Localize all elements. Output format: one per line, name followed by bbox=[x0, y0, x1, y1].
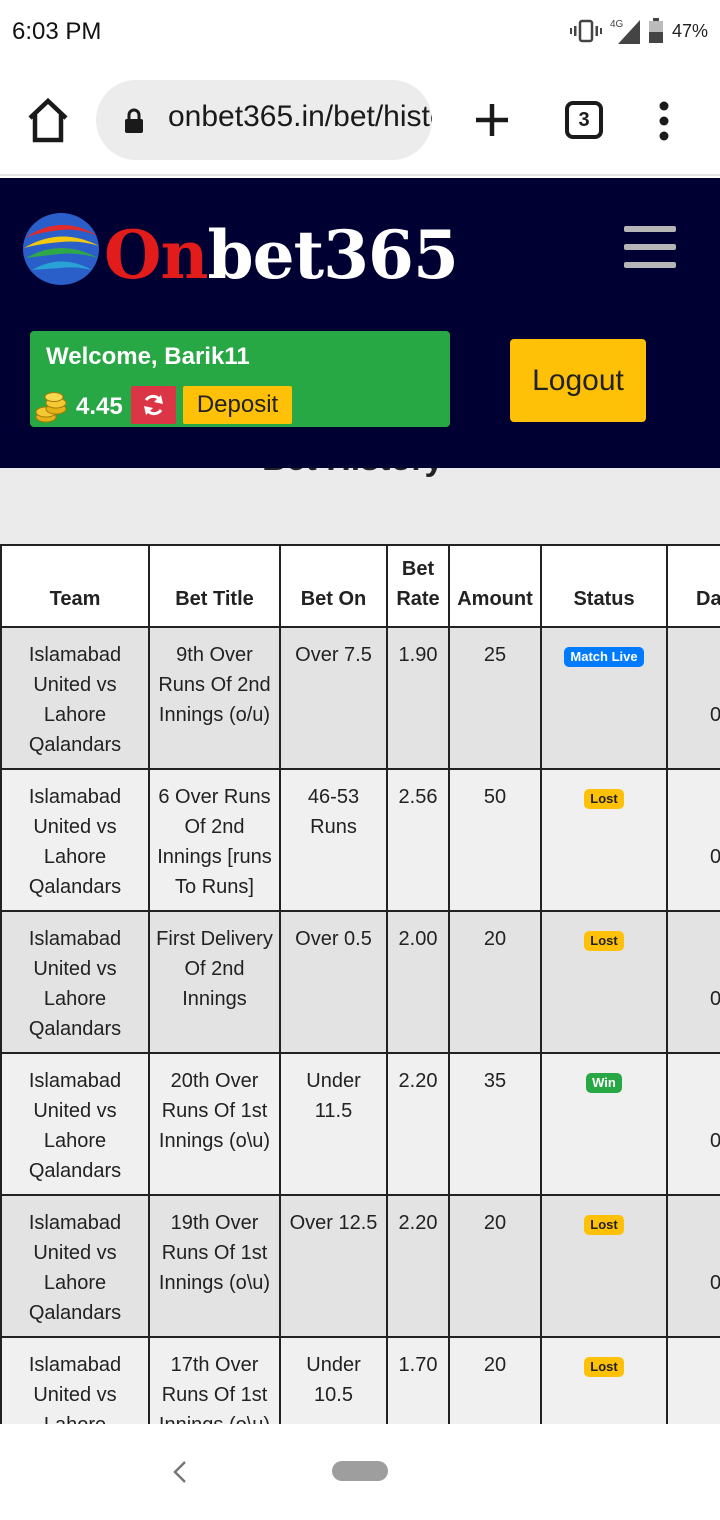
table-header-row: Team Bet Title Bet On Bet Rate Amount St… bbox=[0, 544, 720, 628]
cell-bet-rate: 1.70 bbox=[386, 1336, 450, 1424]
cell-bet-on: 46-53 Runs bbox=[279, 768, 388, 912]
col-header-amount[interactable]: Amount bbox=[448, 544, 542, 628]
status-badge: Lost bbox=[584, 1215, 624, 1235]
site-header: Onbet365 Welcome, Barik11 4.45 Deposit L… bbox=[0, 178, 720, 468]
status-badge: Lost bbox=[584, 789, 624, 809]
cell-bet-on: Under 11.5 bbox=[279, 1052, 388, 1196]
col-header-bet-title[interactable]: Bet Title bbox=[148, 544, 281, 628]
table-row: Islamabad United vs Lahore Qalandars 20t… bbox=[0, 1052, 720, 1196]
cell-bet-title: 17th Over Runs Of 1st Innings (o\u) bbox=[148, 1336, 281, 1424]
cell-bet-rate: 2.00 bbox=[386, 910, 450, 1054]
bet-history-table: Team Bet Title Bet On Bet Rate Amount St… bbox=[0, 544, 720, 1424]
status-bar: 6:03 PM 4G 47% bbox=[0, 0, 720, 64]
cell-status: Match Live bbox=[540, 626, 668, 770]
cell-date: 05 F20206:00PM bbox=[666, 626, 720, 770]
balance-amount: 4.45 bbox=[76, 393, 123, 420]
col-header-date[interactable]: Date bbox=[666, 544, 720, 628]
col-header-status[interactable]: Status bbox=[540, 544, 668, 628]
cell-date: 05 F20205:00PM bbox=[666, 1052, 720, 1196]
deposit-button[interactable]: Deposit bbox=[183, 386, 292, 424]
signal-icon: 4G bbox=[610, 19, 640, 44]
status-time: 6:03 PM bbox=[12, 18, 102, 45]
table-row: Islamabad United vs Lahore Qalandars 6 O… bbox=[0, 768, 720, 912]
cell-amount: 20 bbox=[448, 910, 542, 1054]
refresh-button[interactable] bbox=[131, 386, 176, 424]
status-badge: Lost bbox=[584, 1357, 624, 1377]
refresh-icon bbox=[144, 394, 163, 416]
logo-ball-icon bbox=[23, 213, 99, 285]
cell-bet-rate: 1.90 bbox=[386, 626, 450, 770]
cell-bet-rate: 2.20 bbox=[386, 1052, 450, 1196]
cell-bet-rate: 2.56 bbox=[386, 768, 450, 912]
battery-icon bbox=[648, 18, 663, 43]
site-logo[interactable]: Onbet365 bbox=[104, 216, 459, 294]
back-icon[interactable] bbox=[172, 1460, 188, 1484]
cell-bet-title: 9th Over Runs Of 2nd Innings (o/u) bbox=[148, 626, 281, 770]
browser-toolbar: onbet365.in/bet/history 3 bbox=[0, 64, 720, 176]
cell-team: Islamabad United vs Lahore Qalandars bbox=[0, 1194, 150, 1338]
cell-bet-on: Over 0.5 bbox=[279, 910, 388, 1054]
status-icons: 4G 47% bbox=[569, 18, 708, 44]
cell-bet-on: Over 7.5 bbox=[279, 626, 388, 770]
col-header-team[interactable]: Team bbox=[0, 544, 150, 628]
cell-bet-title: First Delivery Of 2nd Innings bbox=[148, 910, 281, 1054]
cell-amount: 20 bbox=[448, 1336, 542, 1424]
cell-status: Lost bbox=[540, 1336, 668, 1424]
hamburger-icon[interactable] bbox=[624, 226, 676, 268]
cell-bet-rate: 2.20 bbox=[386, 1194, 450, 1338]
status-badge: Win bbox=[586, 1073, 622, 1093]
welcome-text: Welcome, Barik11 bbox=[46, 343, 250, 370]
cell-team: Islamabad United vs Lahore Qalandars bbox=[0, 910, 150, 1054]
cell-date: 05 F202 bbox=[666, 1336, 720, 1424]
cell-amount: 50 bbox=[448, 768, 542, 912]
cell-status: Win bbox=[540, 1052, 668, 1196]
home-gesture-pill[interactable] bbox=[332, 1461, 388, 1481]
cell-status: Lost bbox=[540, 910, 668, 1054]
cell-amount: 35 bbox=[448, 1052, 542, 1196]
url-text: onbet365.in/bet/history bbox=[168, 100, 432, 133]
page-title: Bet History bbox=[262, 468, 443, 479]
cell-amount: 25 bbox=[448, 626, 542, 770]
cell-status: Lost bbox=[540, 1194, 668, 1338]
more-vert-icon[interactable] bbox=[654, 100, 674, 142]
cell-bet-title: 19th Over Runs Of 1st Innings (o\u) bbox=[148, 1194, 281, 1338]
cell-amount: 20 bbox=[448, 1194, 542, 1338]
col-header-bet-on[interactable]: Bet On bbox=[279, 544, 388, 628]
cell-date: 05 F20205:12PM bbox=[666, 910, 720, 1054]
battery-percent: 47% bbox=[671, 20, 708, 41]
table-row: Islamabad United vs Lahore Qalandars Fir… bbox=[0, 910, 720, 1054]
tabs-icon[interactable]: 3 bbox=[565, 101, 603, 139]
plus-icon[interactable] bbox=[472, 100, 512, 140]
cell-team: Islamabad United vs Lahore Qalandars bbox=[0, 626, 150, 770]
table-row: Islamabad United vs Lahore Qalandars 9th… bbox=[0, 626, 720, 770]
system-nav-bar bbox=[0, 1424, 720, 1520]
status-badge: Match Live bbox=[564, 647, 644, 667]
cell-bet-title: 20th Over Runs Of 1st Innings (o\u) bbox=[148, 1052, 281, 1196]
welcome-panel: Welcome, Barik11 4.45 Deposit bbox=[30, 331, 450, 427]
cell-team: Islamabad United vs Lahore Qalandars bbox=[0, 1336, 150, 1424]
table-row: Islamabad United vs Lahore Qalandars 17t… bbox=[0, 1336, 720, 1424]
coins-icon bbox=[35, 392, 67, 423]
cell-bet-title: 6 Over Runs Of 2nd Innings [runs To Runs… bbox=[148, 768, 281, 912]
cell-date: 05 F20204:55PM bbox=[666, 1194, 720, 1338]
bet-history-content: Bet History Team Bet Title Bet On Bet Ra… bbox=[0, 468, 720, 1424]
cell-team: Islamabad United vs Lahore Qalandars bbox=[0, 1052, 150, 1196]
home-icon[interactable] bbox=[24, 94, 72, 146]
vibrate-icon bbox=[569, 19, 602, 43]
cell-date: 05 F20205:26PM bbox=[666, 768, 720, 912]
cell-team: Islamabad United vs Lahore Qalandars bbox=[0, 768, 150, 912]
cell-status: Lost bbox=[540, 768, 668, 912]
lock-icon bbox=[125, 108, 143, 133]
col-header-bet-rate[interactable]: Bet Rate bbox=[386, 544, 450, 628]
status-badge: Lost bbox=[584, 931, 624, 951]
url-bar[interactable]: onbet365.in/bet/history bbox=[96, 80, 432, 160]
logout-button[interactable]: Logout bbox=[510, 339, 646, 422]
cell-bet-on: Under 10.5 bbox=[279, 1336, 388, 1424]
table-row: Islamabad United vs Lahore Qalandars 19t… bbox=[0, 1194, 720, 1338]
cell-bet-on: Over 12.5 bbox=[279, 1194, 388, 1338]
svg-text:4G: 4G bbox=[610, 19, 624, 30]
